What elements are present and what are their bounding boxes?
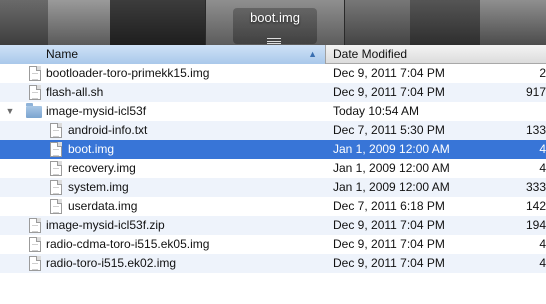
file-size: 4 <box>539 142 546 156</box>
document-icon <box>50 180 62 195</box>
file-name: flash-all.sh <box>46 85 104 99</box>
document-icon <box>50 142 62 157</box>
list-item[interactable]: bootloader-toro-primekk15.img Dec 9, 201… <box>0 64 546 83</box>
list-item[interactable]: system.img Jan 1, 2009 12:00 AM 333 <box>0 178 546 197</box>
file-size: 4 <box>539 161 546 175</box>
sort-ascending-icon: ▲ <box>308 49 317 59</box>
file-list: bootloader-toro-primekk15.img Dec 9, 201… <box>0 64 546 273</box>
list-item[interactable]: recovery.img Jan 1, 2009 12:00 AM 4 <box>0 159 546 178</box>
file-size: 333 <box>525 180 546 194</box>
preview-thumbnail[interactable] <box>110 0 205 45</box>
file-name: radio-toro-i515.ek02.img <box>46 256 177 270</box>
date-modified: Dec 9, 2011 7:04 PM <box>333 85 445 99</box>
file-size: 2 <box>539 66 546 80</box>
document-icon <box>29 256 41 271</box>
coverflow-resize-grip-icon[interactable] <box>267 38 281 44</box>
coverflow-preview[interactable]: boot.img <box>0 0 546 45</box>
list-item-folder[interactable]: ▼ image-mysid-icl53f Today 10:54 AM <box>0 102 546 121</box>
list-item[interactable]: radio-toro-i515.ek02.img Dec 9, 2011 7:0… <box>0 254 546 273</box>
file-name: system.img <box>68 180 129 194</box>
file-size: 194 <box>525 218 546 232</box>
date-modified: Dec 7, 2011 5:30 PM <box>333 123 445 137</box>
file-size: 4 <box>539 256 546 270</box>
file-name: android-info.txt <box>68 123 148 137</box>
preview-thumbnail[interactable] <box>0 0 48 45</box>
name-column-header[interactable]: Name ▲ <box>0 45 326 64</box>
list-item[interactable]: radio-cdma-toro-i515.ek05.img Dec 9, 201… <box>0 235 546 254</box>
document-icon <box>29 85 41 100</box>
date-modified: Jan 1, 2009 12:00 AM <box>333 142 450 156</box>
preview-title: boot.img <box>250 10 300 25</box>
date-modified: Dec 9, 2011 7:04 PM <box>333 237 445 251</box>
column-header: Name ▲ Date Modified <box>0 45 546 64</box>
name-column-label: Name <box>46 47 79 61</box>
date-modified-column-label: Date Modified <box>333 47 408 61</box>
file-size: 4 <box>539 237 546 251</box>
document-icon <box>50 123 62 138</box>
list-item[interactable]: android-info.txt Dec 7, 2011 5:30 PM 133 <box>0 121 546 140</box>
file-name: radio-cdma-toro-i515.ek05.img <box>46 237 210 251</box>
file-name: userdata.img <box>68 199 138 213</box>
document-icon <box>29 66 41 81</box>
date-modified-column-header[interactable]: Date Modified <box>327 45 546 64</box>
file-name: recovery.img <box>68 161 136 175</box>
file-size: 917 <box>525 85 546 99</box>
document-icon <box>29 237 41 252</box>
date-modified: Jan 1, 2009 12:00 AM <box>333 161 450 175</box>
file-name: boot.img <box>68 142 115 156</box>
file-size: 133 <box>525 123 546 137</box>
date-modified: Today 10:54 AM <box>333 104 420 118</box>
date-modified: Jan 1, 2009 12:00 AM <box>333 180 450 194</box>
preview-thumbnail[interactable] <box>48 0 110 45</box>
list-item-selected[interactable]: boot.img Jan 1, 2009 12:00 AM 4 <box>0 140 546 159</box>
file-name: bootloader-toro-primekk15.img <box>46 66 210 80</box>
preview-thumbnail[interactable] <box>480 0 546 45</box>
date-modified: Dec 9, 2011 7:04 PM <box>333 218 445 232</box>
list-item[interactable]: image-mysid-icl53f.zip Dec 9, 2011 7:04 … <box>0 216 546 235</box>
folder-icon <box>26 103 42 118</box>
document-icon <box>50 199 62 214</box>
preview-thumbnail[interactable] <box>410 0 480 45</box>
list-item[interactable]: flash-all.sh Dec 9, 2011 7:04 PM 917 <box>0 83 546 102</box>
date-modified: Dec 9, 2011 7:04 PM <box>333 256 445 270</box>
file-name: image-mysid-icl53f.zip <box>46 218 165 232</box>
folder-name: image-mysid-icl53f <box>46 104 147 118</box>
triangle-down-icon[interactable]: ▼ <box>4 102 16 121</box>
list-item[interactable]: userdata.img Dec 7, 2011 6:18 PM 142 <box>0 197 546 216</box>
date-modified: Dec 7, 2011 6:18 PM <box>333 199 445 213</box>
document-icon <box>50 161 62 176</box>
date-modified: Dec 9, 2011 7:04 PM <box>333 66 445 80</box>
file-size: 142 <box>525 199 546 213</box>
preview-thumbnail[interactable] <box>345 0 410 45</box>
document-icon <box>29 218 41 233</box>
